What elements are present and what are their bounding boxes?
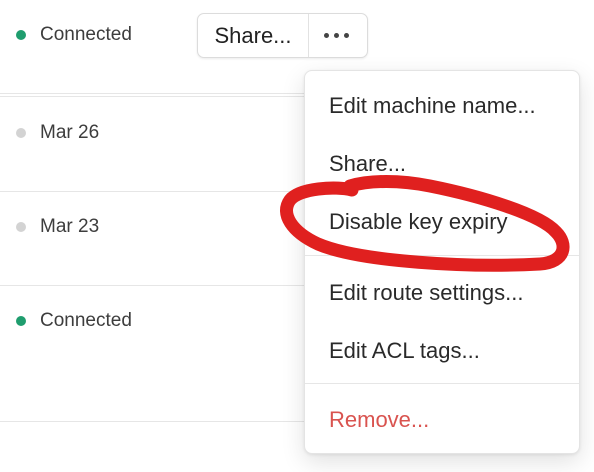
last-seen-text: Mar 23 [40,216,100,237]
menu-item-remove[interactable]: Remove... [329,407,429,433]
menu-item-disable-key-expiry[interactable]: Disable key expiry [329,209,508,235]
status-offline-dot [16,222,26,232]
menu-divider [305,383,579,384]
machine-status: Mar 26 [16,122,99,144]
machine-actions-menu: Edit machine name... Share... Disable ke… [304,70,580,454]
last-seen-text: Mar 26 [40,122,100,143]
more-actions-button[interactable] [309,14,367,57]
machine-status: Connected [16,310,132,332]
menu-divider [305,255,579,256]
menu-item-share[interactable]: Share... [329,151,406,177]
menu-item-edit-machine-name[interactable]: Edit machine name... [329,93,536,119]
menu-item-edit-acl-tags[interactable]: Edit ACL tags... [329,338,480,364]
share-button[interactable]: Share... [198,14,309,57]
row-actions: Share... [197,13,368,58]
menu-item-edit-route-settings[interactable]: Edit route settings... [329,280,523,306]
status-offline-dot [16,128,26,138]
ellipsis-horizontal-icon [324,33,330,38]
status-online-dot [16,316,26,326]
machines-list-view: Connected Mar 26 Mar 23 Connected Share.… [0,0,594,472]
status-text: Connected [40,310,132,331]
machine-status: Mar 23 [16,216,99,238]
